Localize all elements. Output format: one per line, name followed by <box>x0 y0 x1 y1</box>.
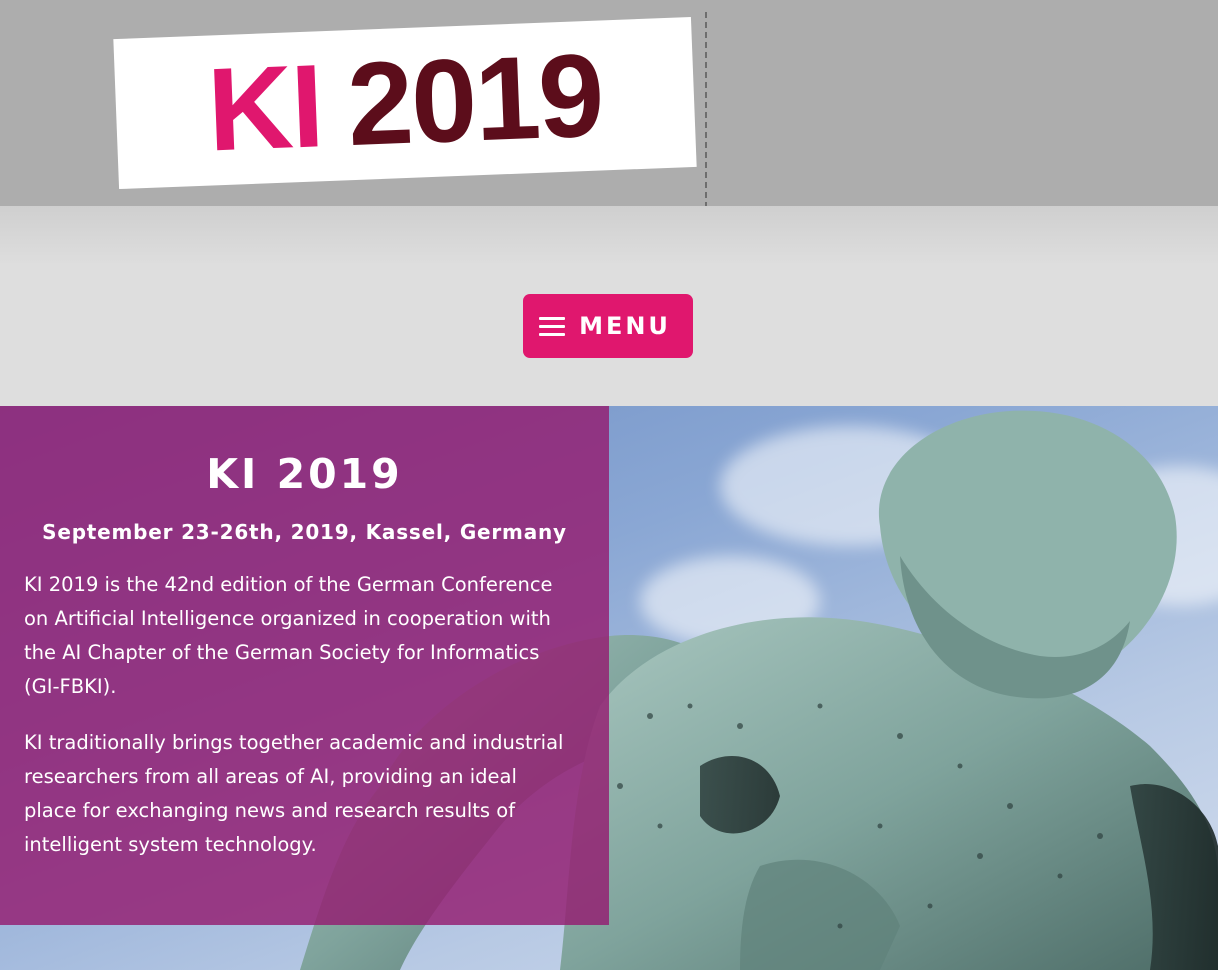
site-header: KI 2019 <box>0 0 1218 208</box>
menu-button[interactable]: MENU <box>523 294 693 358</box>
intro-paragraph: KI 2019 is the 42nd edition of the Germa… <box>24 573 553 698</box>
intro-panel: KI 2019 September 23-26th, 2019, Kassel,… <box>0 406 609 925</box>
header-divider <box>705 12 707 208</box>
hero-section: KI 2019 September 23-26th, 2019, Kassel,… <box>0 406 1218 970</box>
hamburger-icon <box>539 317 566 336</box>
event-date-location: September 23-26th, 2019, Kassel, Germany <box>42 520 567 544</box>
navigation-bar: MENU <box>0 206 1218 406</box>
site-logo[interactable]: KI 2019 <box>113 16 697 190</box>
logo-wordmark: KI 2019 <box>205 29 605 177</box>
logo-year-text: 2019 <box>345 29 605 172</box>
menu-button-label: MENU <box>579 312 671 340</box>
logo-ki-text: KI <box>205 40 325 177</box>
hero-title: KI 2019 <box>206 450 403 498</box>
intro-paragraph: KI traditionally brings together academi… <box>24 731 564 856</box>
